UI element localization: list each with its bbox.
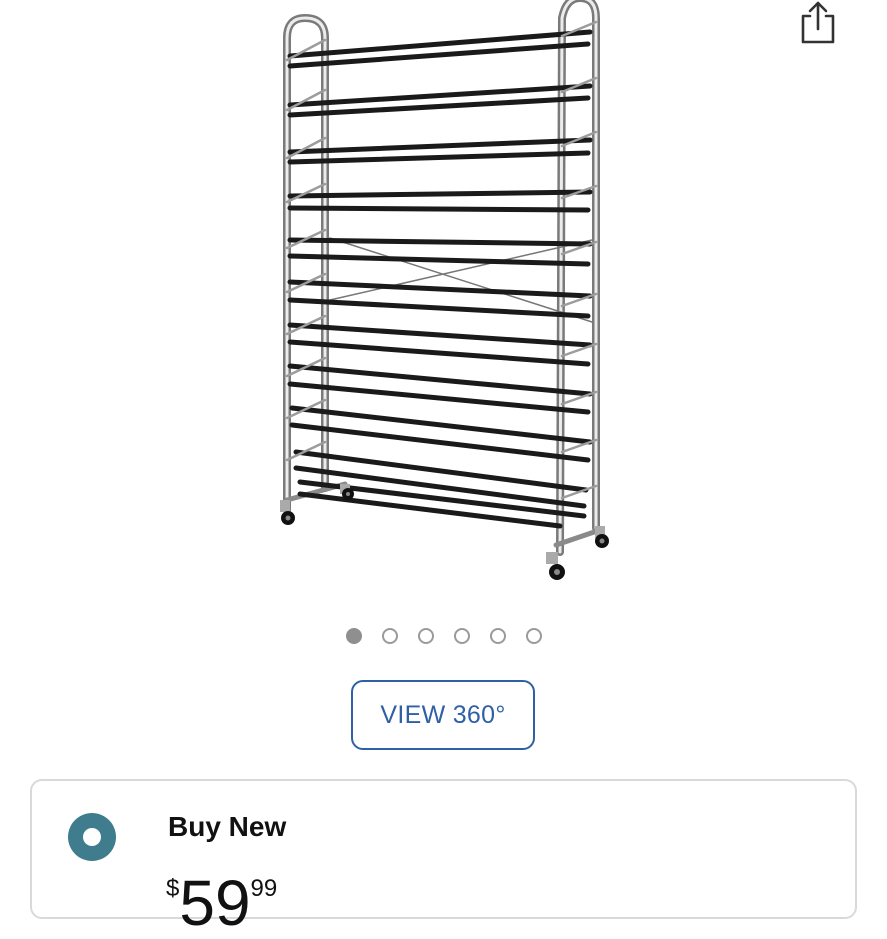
price-fraction: 99 bbox=[250, 875, 278, 902]
product-image[interactable] bbox=[255, 0, 635, 590]
pagination-dot-2[interactable] bbox=[381, 628, 398, 644]
price: $5999 bbox=[166, 871, 277, 935]
buy-new-radio[interactable] bbox=[68, 813, 116, 861]
buy-new-title: Buy New bbox=[168, 811, 287, 842]
price-whole: 59 bbox=[179, 867, 251, 939]
view-360-button[interactable]: VIEW 360° bbox=[351, 680, 535, 750]
pagination-dot-4[interactable] bbox=[453, 628, 470, 644]
image-pagination bbox=[0, 628, 887, 650]
buy-new-option[interactable]: Buy New $5999 bbox=[30, 779, 857, 935]
pagination-dot-6[interactable] bbox=[525, 628, 542, 644]
pagination-dot-3[interactable] bbox=[417, 628, 434, 644]
pagination-dot-5[interactable] bbox=[489, 628, 506, 644]
share-button[interactable] bbox=[795, 0, 841, 50]
radio-selected-dot bbox=[83, 828, 101, 846]
pagination-dot-1[interactable] bbox=[345, 628, 362, 644]
share-icon bbox=[801, 1, 835, 44]
price-currency: $ bbox=[166, 875, 180, 902]
